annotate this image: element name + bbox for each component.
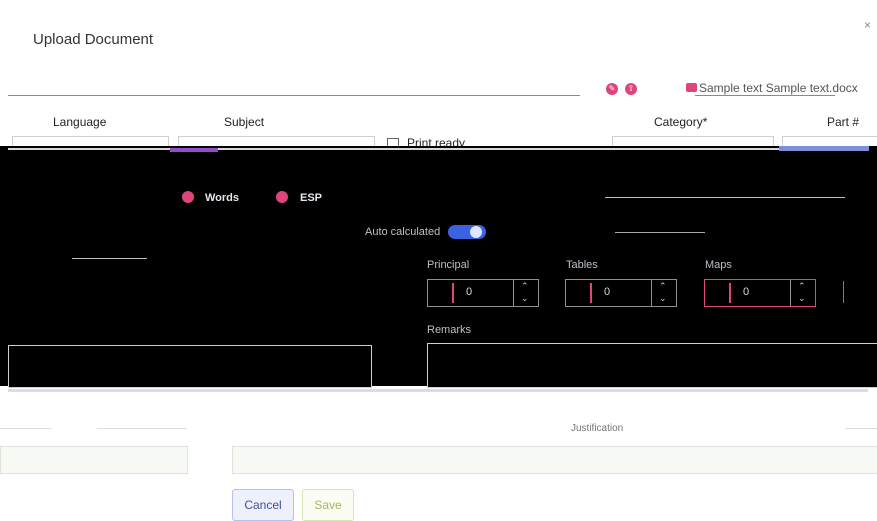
chevron-up-icon[interactable]: ⌃ <box>659 281 667 292</box>
purple-indicator <box>170 148 218 152</box>
words-label: Words <box>205 192 240 204</box>
error-marker <box>843 281 844 303</box>
maps-value: 0 <box>743 286 750 298</box>
principal-label: Principal <box>427 259 470 271</box>
category-label: Category* <box>654 115 708 129</box>
language-label: Language <box>53 115 107 129</box>
edit-icon[interactable]: ✎ <box>606 83 618 95</box>
words-radio[interactable] <box>182 191 194 203</box>
file-underline <box>695 95 835 96</box>
file-icon <box>686 83 697 92</box>
esp-label: ESP <box>300 192 323 204</box>
footer-line-left <box>0 428 52 429</box>
cancel-button[interactable]: Cancel <box>232 489 294 521</box>
footer-line-mid <box>97 428 187 429</box>
subject-label: Subject <box>224 115 265 129</box>
upload-icon[interactable]: ⇧ <box>625 83 637 95</box>
maps-stepper[interactable]: 0 ⌃ ⌄ <box>704 279 816 307</box>
chevron-up-icon[interactable]: ⌃ <box>521 281 529 292</box>
part-label: Part # <box>827 115 860 129</box>
footer-divider <box>8 389 868 392</box>
toggle-knob <box>470 226 482 238</box>
chevron-down-icon[interactable]: ⌄ <box>659 293 667 304</box>
file-name-link[interactable]: Sample text Sample text.docx <box>699 81 858 95</box>
tables-value: 0 <box>604 286 611 298</box>
close-icon[interactable]: × <box>864 18 871 32</box>
remarks-label: Remarks <box>427 324 472 336</box>
stepper-buttons: ⌃ ⌄ <box>651 280 676 306</box>
footer-input-left[interactable] <box>0 446 188 474</box>
save-button[interactable]: Save <box>302 489 354 521</box>
section-line <box>72 258 147 259</box>
remarks-textarea[interactable] <box>427 343 877 388</box>
justification-input[interactable] <box>232 446 877 474</box>
blue-indicator <box>779 146 869 151</box>
stepper-marker <box>590 283 592 303</box>
stepper-marker <box>452 283 454 303</box>
footer-line-right <box>845 428 877 429</box>
dialog-title: Upload Document <box>33 31 154 48</box>
left-textarea[interactable] <box>8 345 372 388</box>
toggle-line <box>615 232 705 233</box>
title-underline <box>8 95 580 96</box>
stepper-marker <box>729 283 731 303</box>
stepper-buttons: ⌃ ⌄ <box>790 280 815 306</box>
maps-label: Maps <box>705 259 732 271</box>
chevron-down-icon[interactable]: ⌄ <box>798 293 806 304</box>
auto-toggle-label: Auto calculated <box>365 226 441 238</box>
option-line <box>605 197 845 198</box>
principal-stepper[interactable]: 0 ⌃ ⌄ <box>427 279 539 307</box>
esp-radio[interactable] <box>276 191 288 203</box>
chevron-up-icon[interactable]: ⌃ <box>798 281 806 292</box>
justification-label: Justification <box>571 423 624 434</box>
stepper-buttons: ⌃ ⌄ <box>513 280 538 306</box>
divider-line <box>8 148 868 150</box>
principal-value: 0 <box>466 286 473 298</box>
tables-label: Tables <box>566 259 598 271</box>
chevron-down-icon[interactable]: ⌄ <box>521 293 529 304</box>
tables-stepper[interactable]: 0 ⌃ ⌄ <box>565 279 677 307</box>
